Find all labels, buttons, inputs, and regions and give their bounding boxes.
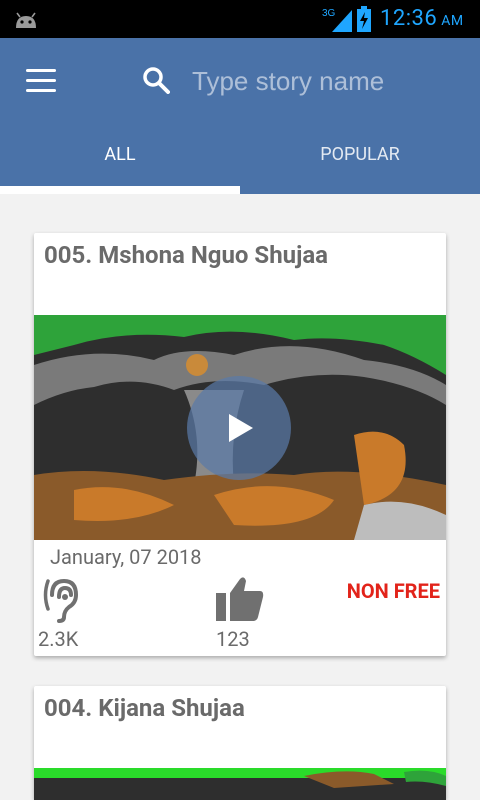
play-button[interactable] (187, 376, 291, 480)
status-badge: NON FREE (346, 579, 440, 603)
story-thumbnail[interactable] (34, 768, 446, 800)
story-title: 005. Mshona Nguo Shujaa (44, 241, 329, 269)
search-input[interactable] (190, 60, 454, 102)
tab-all[interactable]: ALL (0, 144, 240, 188)
story-illustration (34, 768, 446, 800)
status-bar: 3G 12:36 AM (0, 0, 480, 38)
svg-text:3G: 3G (322, 8, 336, 19)
search-icon[interactable] (142, 66, 170, 94)
play-icon (229, 414, 253, 442)
thumbs-up-icon[interactable] (216, 575, 264, 621)
story-card[interactable]: 005. Mshona Nguo Shujaa January, 07 2018… (34, 233, 446, 656)
listen-count: 2.3K (38, 627, 79, 651)
hearing-icon (43, 578, 79, 623)
story-date: January, 07 2018 (50, 545, 202, 569)
story-card[interactable]: 004. Kijana Shujaa (34, 686, 446, 800)
clock: 12:36 AM (380, 6, 464, 31)
clock-time: 12:36 (380, 6, 438, 31)
android-icon (16, 12, 36, 28)
signal-3g-icon: 3G (322, 8, 352, 32)
tab-indicator (0, 186, 240, 194)
like-count: 123 (216, 627, 250, 651)
story-thumbnail[interactable] (34, 315, 446, 540)
menu-icon[interactable] (26, 69, 56, 93)
story-title: 004. Kijana Shujaa (44, 694, 245, 722)
tab-popular[interactable]: POPULAR (240, 144, 480, 188)
battery-charging-icon (357, 6, 371, 32)
app-bar: ALL POPULAR (0, 38, 480, 194)
clock-ampm: AM (441, 13, 464, 29)
